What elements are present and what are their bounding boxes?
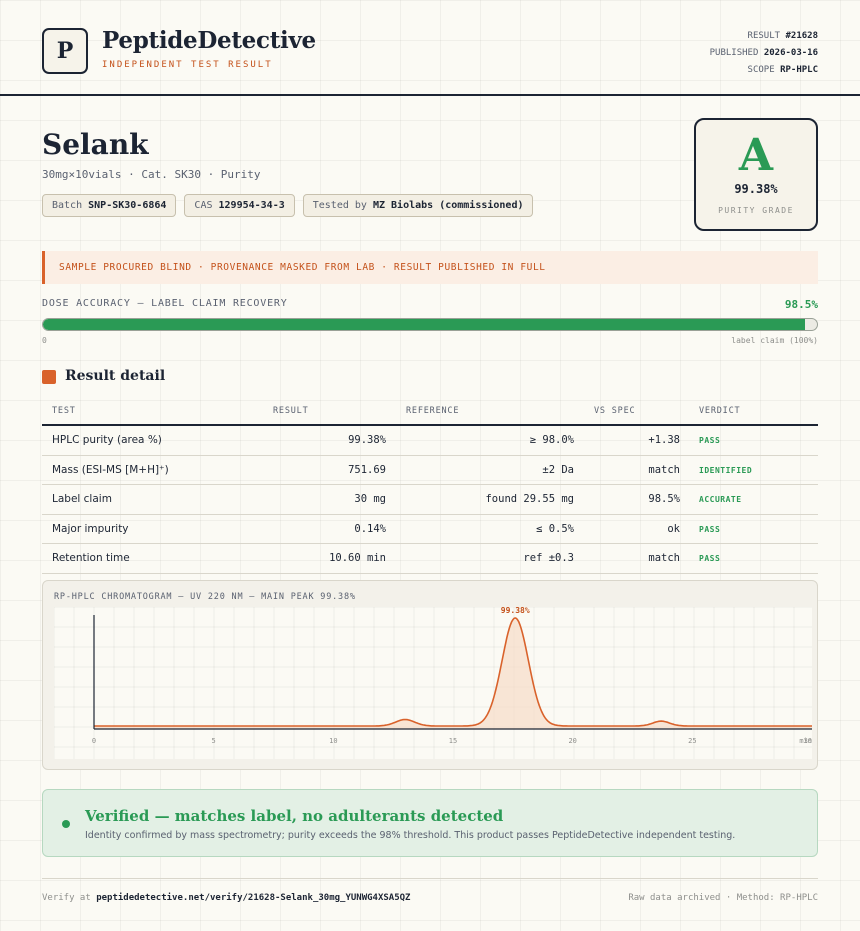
cas-chip: CAS 129954-34-3: [184, 194, 295, 217]
verify-prefix: Verify at: [42, 893, 91, 903]
product-subtitle: 30mg×10vials · Cat. SK30 · Purity: [42, 168, 261, 181]
cell-reference: ≥ 98.0%: [529, 434, 574, 446]
verified-banner: Verified — matches label, no adulterants…: [42, 789, 818, 857]
x-tick-label: 0: [92, 737, 96, 745]
header-verdict: VERDICT: [699, 406, 741, 416]
report-meta: RESULT #21628 PUBLISHED 2026-03-16 SCOPE…: [710, 28, 818, 79]
chromatogram-title: RP-HPLC CHROMATOGRAM — UV 220 NM — MAIN …: [54, 592, 356, 602]
meta-scope-label: SCOPE: [747, 65, 775, 75]
cell-verdict: PASS: [699, 554, 721, 563]
cell-vs-spec: ok: [667, 522, 680, 535]
report-footer: Verify at peptidedetective.net/verify/21…: [42, 878, 818, 903]
purity-grade-card: A 99.38% PURITY GRADE: [694, 118, 818, 231]
cell-verdict: IDENTIFIED: [699, 465, 753, 475]
cell-reference: ≤ 0.5%: [536, 522, 574, 535]
chart-background: [54, 607, 812, 759]
main-peak-label: 99.38%: [501, 607, 530, 615]
x-tick-label: 10: [329, 737, 337, 745]
cas-value: 129954-34-3: [218, 200, 285, 211]
cell-test: Retention time: [52, 552, 130, 564]
brand-logo: P: [42, 28, 88, 74]
cell-vs-spec: 98.5%: [648, 493, 680, 505]
verified-subtitle: Identity confirmed by mass spectrometry;…: [85, 830, 736, 841]
x-tick-label: 25: [688, 737, 696, 745]
cell-result: 10.60 min: [329, 552, 386, 564]
grade-letter: A: [738, 130, 774, 181]
verify-link[interactable]: peptidedetective.net/verify/21628-Selank…: [96, 893, 410, 903]
cell-vs-spec: match: [648, 552, 680, 564]
table-row: Major impurity 0.14% ≤ 0.5% ok PASS: [42, 515, 818, 544]
cell-reference: found 29.55 mg: [485, 493, 574, 505]
meta-scope: SCOPE RP-HPLC: [710, 62, 818, 79]
table-row: Retention time 10.60 min ref ±0.3 match …: [42, 544, 818, 574]
dose-bar-min: 0: [42, 336, 47, 345]
dose-accuracy-label: DOSE ACCURACY — LABEL CLAIM RECOVERY: [42, 298, 288, 309]
verified-dot-icon: [62, 820, 70, 828]
meta-result-value: #21628: [785, 31, 818, 41]
meta-published-value: 2026-03-16: [763, 48, 818, 58]
meta-result-label: RESULT: [747, 31, 781, 41]
product-name: Selank: [42, 128, 149, 161]
dose-accuracy-value: 98.5%: [784, 298, 818, 311]
cell-test: Label claim: [52, 493, 112, 505]
chromatogram-chart: 0 5 10 15 20 25 30min99.38%: [54, 607, 812, 759]
cell-test: Mass (ESI-MS [M+H]⁺): [52, 463, 169, 476]
meta-published: PUBLISHED 2026-03-16: [710, 45, 818, 62]
table-row: Mass (ESI-MS [M+H]⁺) 751.69 ±2 Da match …: [42, 456, 818, 485]
table-row: Label claim 30 mg found 29.55 mg 98.5% A…: [42, 485, 818, 515]
cell-result: 0.14%: [354, 522, 386, 535]
cell-result: 751.69: [348, 463, 386, 476]
footer-method: Raw data archived · Method: RP-HPLC: [628, 893, 818, 903]
result-table: TEST RESULT REFERENCE VS SPEC VERDICT HP…: [42, 400, 818, 574]
product-chips: Batch SNP-SK30-6864 CAS 129954-34-3 Test…: [42, 194, 534, 217]
x-tick-label: 20: [568, 737, 576, 745]
grade-value: 99.38%: [734, 182, 778, 196]
header-result: RESULT: [273, 406, 309, 416]
header-vs-spec: VS SPEC: [594, 406, 636, 416]
cell-test: Major impurity: [52, 522, 129, 535]
meta-result: RESULT #21628: [710, 28, 818, 45]
brand-name: PeptideDetective: [102, 27, 316, 54]
cell-verdict: PASS: [699, 524, 721, 534]
meta-scope-value: RP-HPLC: [780, 65, 818, 75]
cell-verdict: PASS: [699, 436, 721, 445]
cas-label: CAS: [194, 200, 213, 211]
chromatogram-panel: RP-HPLC CHROMATOGRAM — UV 220 NM — MAIN …: [42, 580, 818, 770]
report-header: P PeptideDetective INDEPENDENT TEST RESU…: [0, 0, 860, 96]
grade-label: PURITY GRADE: [718, 206, 794, 215]
table-row: HPLC purity (area %) 99.38% ≥ 98.0% +1.3…: [42, 426, 818, 456]
table-header: TEST RESULT REFERENCE VS SPEC VERDICT: [42, 400, 818, 426]
brand-logo-letter: P: [56, 38, 74, 64]
cell-vs-spec: +1.38: [648, 434, 680, 446]
cell-result: 99.38%: [348, 434, 386, 446]
dose-bar-max: label claim (100%): [731, 336, 818, 345]
cell-reference: ±2 Da: [542, 463, 574, 476]
x-tick-label: 5: [212, 737, 216, 745]
verify-line: Verify at peptidedetective.net/verify/21…: [42, 893, 410, 903]
cell-reference: ref ±0.3: [523, 552, 574, 564]
meta-published-label: PUBLISHED: [709, 48, 759, 58]
cell-test: HPLC purity (area %): [52, 434, 162, 446]
batch-value: SNP-SK30-6864: [88, 200, 167, 211]
brand-tagline: INDEPENDENT TEST RESULT: [102, 60, 273, 70]
batch-chip: Batch SNP-SK30-6864: [42, 194, 177, 217]
header-reference: REFERENCE: [406, 406, 460, 416]
verified-title: Verified — matches label, no adulterants…: [85, 807, 504, 825]
section-title: Result detail: [65, 368, 166, 384]
cell-verdict: ACCURATE: [699, 495, 742, 504]
tested-by-chip: Tested by MZ Biolabs (commissioned): [302, 194, 534, 217]
tested-label: Tested by: [312, 200, 367, 211]
cell-vs-spec: match: [648, 463, 680, 476]
batch-label: Batch: [52, 200, 83, 211]
blind-procurement-notice: SAMPLE PROCURED BLIND · PROVENANCE MASKE…: [42, 251, 818, 284]
dose-accuracy-bar: [42, 318, 818, 331]
x-axis-unit: min: [799, 737, 812, 745]
x-tick-label: 15: [449, 737, 457, 745]
cell-result: 30 mg: [354, 493, 386, 505]
header-test: TEST: [52, 406, 76, 416]
section-square-icon: [42, 370, 56, 384]
dose-accuracy-fill: [43, 319, 806, 330]
tested-value: MZ Biolabs (commissioned): [372, 200, 524, 211]
